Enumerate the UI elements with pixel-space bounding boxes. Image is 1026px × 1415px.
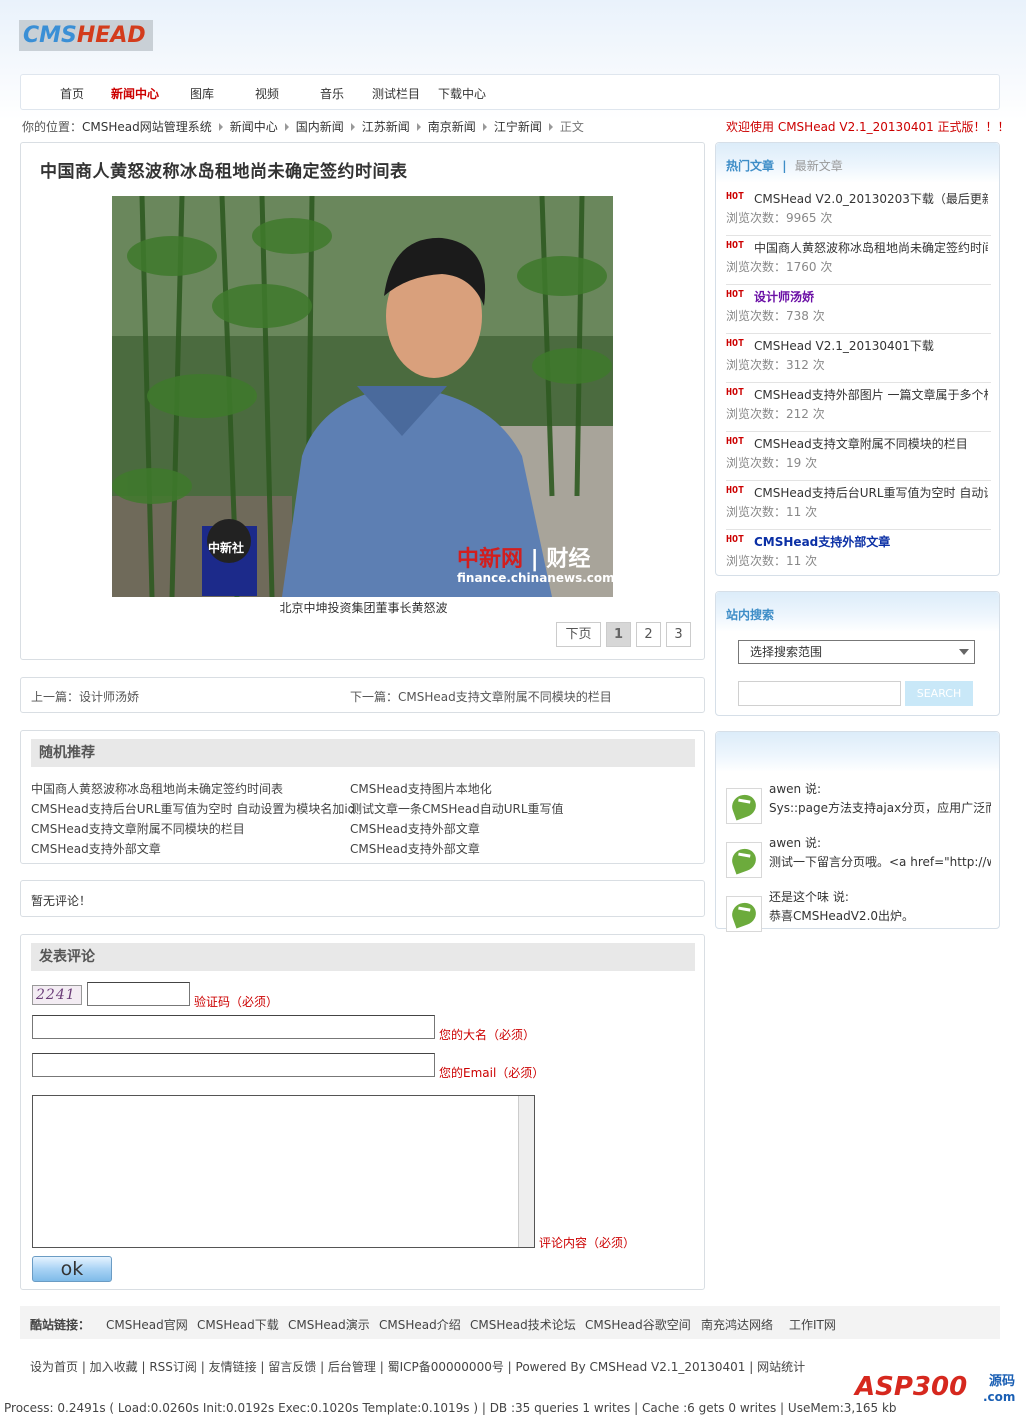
friend-link[interactable]: CMSHead演示 — [288, 1316, 370, 1333]
breadcrumb: 你的位置：CMSHead网站管理系统 新闻中心 国内新闻 江苏新闻 南京新闻 江宁新闻 正文 — [22, 120, 584, 134]
comment-item[interactable]: awen 说: Sys::page方法支持ajax分页，应用广泛而 — [726, 780, 991, 830]
hot-item[interactable]: HOT 中国商人黄怒波称冰岛租地尚未确定签约时间表 浏览次数：1760 次 — [726, 236, 991, 285]
site-search-panel: 站内搜索 选择搜索范围 SEARCH — [715, 591, 1000, 716]
breadcrumb-item[interactable]: 江苏新闻 — [362, 120, 410, 134]
no-comment-panel: 暂无评论！ — [20, 880, 705, 917]
pager-next[interactable]: 下页 — [556, 622, 601, 647]
friend-link[interactable]: CMSHead官网 — [106, 1316, 188, 1333]
submit-button[interactable]: ok — [32, 1256, 112, 1282]
search-input[interactable] — [738, 681, 901, 706]
nav-video[interactable]: 视频 — [255, 85, 279, 102]
pager-page-3[interactable]: 3 — [666, 622, 691, 647]
hot-item[interactable]: HOT CMSHead V2.1_20130401下载 浏览次数：312 次 — [726, 334, 991, 383]
photo-caption: 北京中坤投资集团董事长黄怒波 — [279, 601, 448, 615]
search-scope-select[interactable]: 选择搜索范围 — [738, 640, 975, 664]
breadcrumb-item[interactable]: 国内新闻 — [296, 120, 344, 134]
latest-comments-panel: awen 说: Sys::page方法支持ajax分页，应用广泛而 awen 说:… — [715, 731, 1000, 932]
hot-item[interactable]: HOT CMSHead支持外部文章 浏览次数：11 次 — [726, 530, 991, 579]
breadcrumb-item[interactable]: CMSHead网站管理系统 — [82, 120, 212, 134]
next-article-link[interactable]: 下一篇：CMSHead支持文章附属不同模块的栏目 — [350, 688, 612, 705]
random-recommend-title: 随机推荐 — [31, 739, 695, 767]
article-panel: 中国商人黄怒波称冰岛租地尚未确定签约时间表 中新网 | 财经 finance.c… — [20, 142, 705, 660]
friend-link[interactable]: CMSHead技术论坛 — [470, 1316, 576, 1333]
welcome-text: 欢迎使用 CMSHead V2.1_20130401 正式版！！！ — [726, 120, 1010, 134]
comment-form-title: 发表评论 — [31, 943, 695, 971]
friend-links-bar: 酷站链接： CMSHead官网 CMSHead下载 CMSHead演示 CMSH… — [20, 1306, 1000, 1339]
captcha-label: 验证码（必须） — [194, 995, 279, 1009]
tab-hot[interactable]: 热门文章 — [726, 159, 774, 173]
avatar — [726, 842, 762, 878]
hot-articles-tabs: 热门文章 | 最新文章 — [726, 159, 843, 173]
comment-item[interactable]: awen 说: 测试一下留言分页哦。<a href="http://w — [726, 834, 991, 884]
recommend-link[interactable]: CMSHead支持文章附属不同模块的栏目 — [31, 820, 245, 837]
leaf-icon — [728, 791, 760, 821]
email-input[interactable] — [32, 1053, 435, 1077]
latest-comments-header — [716, 732, 999, 772]
nav-home[interactable]: 首页 — [60, 85, 84, 102]
recommend-link[interactable]: 测试文章一条CMSHead自动URL重写值 — [350, 800, 564, 817]
friend-links-label: 酷站链接： — [30, 1318, 91, 1332]
pager-page-2[interactable]: 2 — [636, 622, 661, 647]
content-label: 评论内容（必须） — [539, 1236, 636, 1250]
no-comment-text: 暂无评论！ — [31, 894, 92, 908]
breadcrumb-item[interactable]: 江宁新闻 — [494, 120, 542, 134]
hot-item[interactable]: HOT CMSHead支持外部图片 一篇文章属于多个栏目 浏览次数：212 次 — [726, 383, 991, 432]
recommend-link[interactable]: CMSHead支持外部文章 — [350, 820, 480, 837]
breadcrumb-item[interactable]: 南京新闻 — [428, 120, 476, 134]
footer-links[interactable]: 设为首页 | 加入收藏 | RSS订阅 | 友情链接 | 留言反馈 | 后台管理… — [30, 1358, 805, 1375]
nav-download[interactable]: 下载中心 — [438, 85, 486, 102]
leaf-icon — [728, 845, 760, 875]
recommend-link[interactable]: CMSHead支持后台URL重写值为空时 自动设置为模块名加id — [31, 800, 355, 817]
name-label: 您的大名（必须） — [439, 1028, 536, 1042]
nav-test[interactable]: 测试栏目 — [372, 85, 420, 102]
comment-item[interactable]: 还是这个味 说: 恭喜CMSHeadV2.0出炉。 — [726, 888, 991, 938]
photo-watermark: 中新网 | 财经 finance.chinanews.com — [457, 546, 613, 585]
friend-link[interactable]: CMSHead介绍 — [379, 1316, 461, 1333]
hot-item[interactable]: HOT 设计师汤娇 浏览次数：738 次 — [726, 285, 991, 334]
microphone-label: 中新社 — [208, 541, 245, 555]
friend-link[interactable]: 南充鸿达网络 — [701, 1316, 773, 1333]
avatar — [726, 788, 762, 824]
hot-item[interactable]: HOT CMSHead支持文章附属不同模块的栏目 浏览次数：19 次 — [726, 432, 991, 481]
friend-link[interactable]: CMSHead谷歌空间 — [585, 1316, 691, 1333]
breadcrumb-item[interactable]: 新闻中心 — [230, 120, 278, 134]
article-title: 中国商人黄怒波称冰岛租地尚未确定签约时间表 — [40, 162, 408, 182]
nav-music[interactable]: 音乐 — [320, 85, 344, 102]
random-recommend-panel: 随机推荐 中国商人黄怒波称冰岛租地尚未确定签约时间表 CMSHead支持后台UR… — [20, 730, 705, 864]
avatar — [726, 896, 762, 932]
email-label: 您的Email（必须） — [439, 1066, 545, 1080]
hot-articles-panel: 热门文章 | 最新文章 HOT CMSHead V2.0_20130203下载（最… — [715, 142, 1000, 576]
leaf-icon — [728, 899, 760, 929]
main-nav: 首页 新闻中心 图库 视频 音乐 测试栏目 下载中心 — [20, 74, 1000, 110]
prev-article-link[interactable]: 上一篇：设计师汤娇 — [31, 688, 139, 705]
process-info: Process: 0.2491s ( Load:0.0260s Init:0.0… — [4, 1401, 897, 1415]
asp300-watermark: ASP300 源码 .com — [855, 1372, 1016, 1404]
breadcrumb-current: 正文 — [559, 120, 584, 134]
recommend-link[interactable]: CMSHead支持外部文章 — [350, 840, 480, 857]
hot-item[interactable]: HOT CMSHead支持后台URL重写值为空时 自动设置 浏览次数：11 次 — [726, 481, 991, 530]
recommend-link[interactable]: 中国商人黄怒波称冰岛租地尚未确定签约时间表 — [31, 780, 283, 797]
comment-form-panel: 发表评论 2241 验证码（必须） 您的大名（必须） 您的Email（必须） 评… — [20, 934, 705, 1290]
friend-link[interactable]: 工作IT网 — [789, 1316, 836, 1333]
recommend-link[interactable]: CMSHead支持图片本地化 — [350, 780, 492, 797]
site-search-title: 站内搜索 — [726, 608, 775, 622]
pager-page-1[interactable]: 1 — [606, 622, 631, 647]
recommend-link[interactable]: CMSHead支持外部文章 — [31, 840, 161, 857]
tab-latest[interactable]: 最新文章 — [795, 159, 843, 173]
site-logo[interactable]: CMSHEAD — [19, 20, 153, 51]
comment-textarea[interactable] — [32, 1095, 535, 1248]
textarea-scrollbar[interactable] — [518, 1096, 534, 1247]
search-button[interactable]: SEARCH — [905, 681, 973, 706]
prev-next-panel: 上一篇：设计师汤娇 下一篇：CMSHead支持文章附属不同模块的栏目 — [20, 677, 705, 713]
nav-news[interactable]: 新闻中心 — [111, 85, 159, 102]
chevron-down-icon — [959, 649, 969, 655]
friend-link[interactable]: CMSHead下载 — [197, 1316, 279, 1333]
nav-gallery[interactable]: 图库 — [190, 85, 214, 102]
name-input[interactable] — [32, 1015, 435, 1039]
hot-item[interactable]: HOT CMSHead V2.0_20130203下载（最后更新） 浏览次数：996… — [726, 187, 991, 236]
captcha-image[interactable]: 2241 — [32, 985, 82, 1005]
article-photo: 中新网 | 财经 finance.chinanews.com 中新社 — [112, 196, 613, 597]
captcha-input[interactable] — [87, 982, 190, 1006]
